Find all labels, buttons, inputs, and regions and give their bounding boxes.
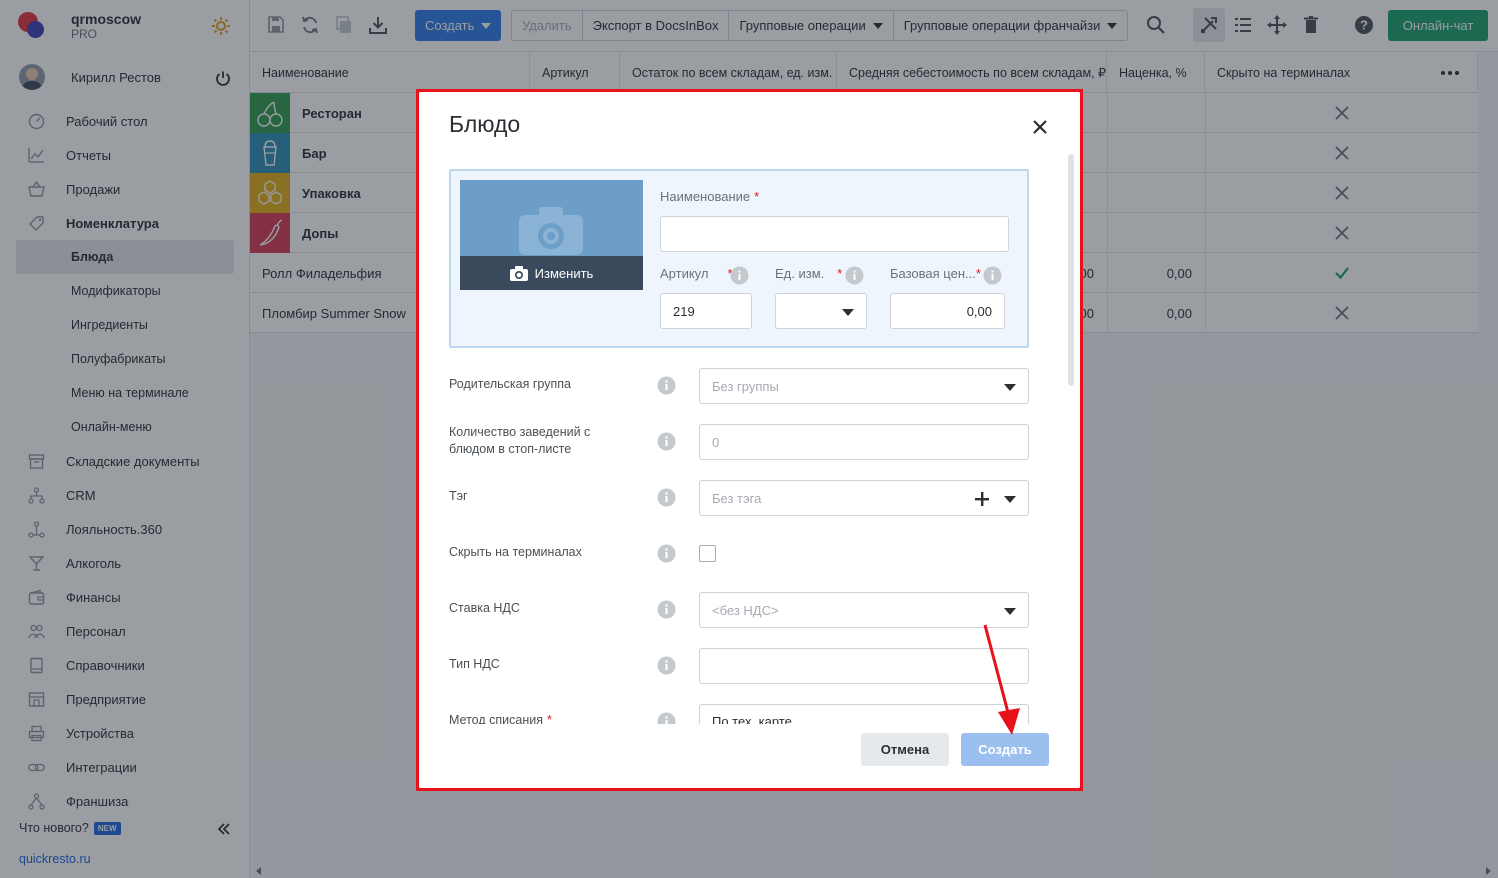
writeoff-method-label: Метод списания * <box>449 712 639 724</box>
dialog-scrollbar[interactable] <box>1068 154 1074 386</box>
name-label-text: Наименование <box>660 189 751 204</box>
name-label: Наименование * <box>660 189 759 204</box>
chevron-down-icon <box>1004 608 1016 615</box>
parent-group-label: Родительская группа <box>449 377 571 391</box>
chevron-down-icon <box>1004 496 1016 503</box>
info-icon[interactable] <box>657 376 676 395</box>
chevron-down-icon <box>842 309 854 316</box>
name-input[interactable] <box>660 216 1009 252</box>
writeoff-method-label-text: Метод списания <box>449 713 543 724</box>
info-icon[interactable] <box>845 266 864 285</box>
tag-select[interactable]: Без тэга <box>699 480 1029 516</box>
required-marker: * <box>837 266 843 281</box>
info-icon[interactable] <box>657 488 676 507</box>
annotation-arrow-icon <box>983 624 1020 735</box>
vat-rate-label: Ставка НДС <box>449 601 520 615</box>
dish-photo[interactable]: Изменить <box>460 180 643 290</box>
base-price-input[interactable]: 0,00 <box>890 293 1005 329</box>
stoplist-count-field: 0 <box>699 424 1029 460</box>
change-photo-label: Изменить <box>534 265 594 281</box>
dish-main-panel: Изменить Наименование * Артикул * 219 Ед. … <box>449 169 1029 348</box>
article-input[interactable]: 219 <box>660 293 752 329</box>
stoplist-count-label: Количество заведений с блюдом в стоп-лис… <box>449 425 591 456</box>
info-icon[interactable] <box>730 266 749 285</box>
base-price-label: Базовая цен...* <box>890 266 981 281</box>
base-price-label-text: Базовая цен... <box>890 266 976 281</box>
parent-group-value: Без группы <box>712 378 779 394</box>
unit-label: Ед. изм. * <box>775 266 842 281</box>
tag-value: Без тэга <box>712 490 762 506</box>
parent-group-select[interactable]: Без группы <box>699 368 1029 404</box>
unit-select[interactable] <box>775 293 867 329</box>
vat-type-label: Тип НДС <box>449 657 500 671</box>
close-icon[interactable] <box>1031 118 1049 136</box>
required-marker: * <box>546 713 552 724</box>
tag-label: Тэг <box>449 489 468 503</box>
required-marker: * <box>754 189 760 204</box>
change-photo-button[interactable]: Изменить <box>460 256 643 290</box>
info-icon[interactable] <box>657 544 676 563</box>
info-icon[interactable] <box>657 712 676 724</box>
article-label: Артикул * <box>660 266 733 281</box>
unit-label-text: Ед. изм. <box>775 266 825 281</box>
info-icon[interactable] <box>657 600 676 619</box>
info-icon[interactable] <box>657 432 676 451</box>
hide-terminals-checkbox[interactable] <box>699 545 716 562</box>
camera-icon <box>509 265 528 281</box>
hide-terminals-label: Скрыть на терминалах <box>449 545 582 559</box>
vat-rate-value: <без НДС> <box>712 602 779 618</box>
article-label-text: Артикул <box>660 266 709 281</box>
cancel-button[interactable]: Отмена <box>861 733 949 766</box>
add-tag-plus-icon[interactable] <box>974 491 990 507</box>
chevron-down-icon <box>1004 384 1016 391</box>
dialog-title: Блюдо <box>449 111 521 137</box>
camera-placeholder-icon <box>519 207 583 255</box>
required-marker: * <box>975 266 981 281</box>
info-icon[interactable] <box>983 266 1002 285</box>
info-icon[interactable] <box>657 656 676 675</box>
